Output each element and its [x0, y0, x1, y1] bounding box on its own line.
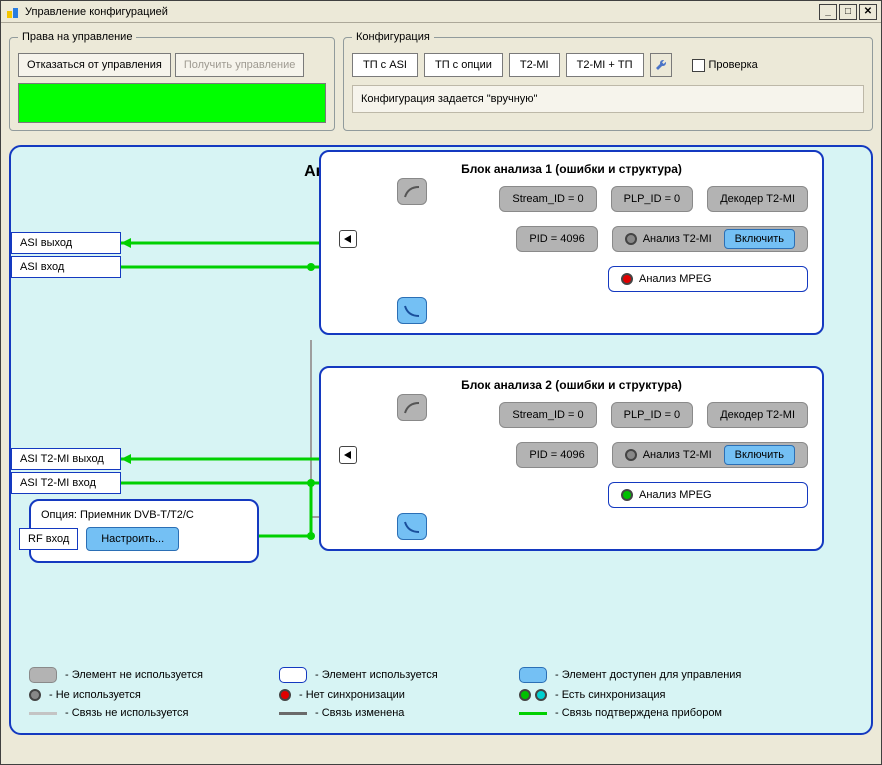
config-fieldset: Конфигурация ТП с ASI ТП с опции T2-MI T… — [343, 31, 873, 131]
asi-t2mi-in-label: ASI T2-MI вход — [11, 472, 121, 494]
config-legend: Конфигурация — [352, 31, 434, 43]
legend-sync-not-used: - Не используется — [49, 689, 141, 701]
titlebar: Управление конфигурацией _ □ ✕ — [1, 1, 881, 23]
status-strip — [18, 83, 326, 123]
check-label: Проверка — [709, 59, 758, 71]
b1-decoder: Декодер T2-MI — [707, 186, 808, 212]
legend-area: - Элемент не используется - Элемент испо… — [29, 667, 853, 719]
legend-dot-cyan — [535, 689, 547, 701]
legend-el-used: - Элемент используется — [315, 669, 438, 681]
analyzer-panel: Анализатор транспортного потока — [9, 145, 873, 735]
close-button[interactable]: ✕ — [859, 4, 877, 20]
b1-t2mi-dot — [625, 233, 637, 245]
asi-t2mi-out-label: ASI T2-MI выход — [11, 448, 121, 470]
client-area: Права на управление Отказаться от управл… — [1, 23, 881, 743]
wrench-button[interactable] — [650, 53, 672, 77]
window: Управление конфигурацией _ □ ✕ Права на … — [0, 0, 882, 765]
option-box: Опция: Приемник DVB-T/T2/C RF вход Настр… — [29, 499, 259, 563]
configure-button[interactable]: Настроить... — [86, 527, 179, 551]
window-title: Управление конфигурацией — [25, 6, 819, 18]
analysis-block-1: Блок анализа 1 (ошибки и структура) Stre… — [319, 150, 824, 335]
b2-switch-bottom[interactable] — [397, 513, 427, 540]
legend-swatch-blue — [519, 667, 547, 683]
legend-link-changed: - Связь изменена — [315, 707, 404, 719]
block2-title: Блок анализа 2 (ошибки и структура) — [331, 378, 812, 392]
legend-swatch-gray — [29, 667, 57, 683]
minimize-button[interactable]: _ — [819, 4, 837, 20]
analysis-block-2: Блок анализа 2 (ошибки и структура) Stre… — [319, 366, 824, 551]
b2-stream-id: Stream_ID = 0 — [499, 402, 596, 428]
block1-title: Блок анализа 1 (ошибки и структура) — [331, 162, 812, 176]
b2-mpeg-dot — [621, 489, 633, 501]
b1-plp-id: PLP_ID = 0 — [611, 186, 694, 212]
legend-link-not-used: - Связь не используется — [65, 707, 188, 719]
wrench-icon — [654, 58, 668, 72]
check-checkbox[interactable] — [692, 59, 705, 72]
asi-in-label: ASI вход — [11, 256, 121, 278]
rights-fieldset: Права на управление Отказаться от управл… — [9, 31, 335, 131]
b2-analyze-mpeg: Анализ MPEG — [608, 482, 808, 508]
b1-analyze-t2mi: Анализ T2-MI Включить — [612, 226, 808, 252]
legend-dot-gray — [29, 689, 41, 701]
legend-line-light — [29, 712, 57, 715]
tab-t2mi[interactable]: T2-MI — [509, 53, 560, 77]
maximize-button[interactable]: □ — [839, 4, 857, 20]
b2-analyze-t2mi: Анализ T2-MI Включить — [612, 442, 808, 468]
b1-mpeg-label: Анализ MPEG — [639, 273, 712, 285]
b1-play-toggle[interactable] — [339, 230, 357, 248]
b2-enable-t2mi-button[interactable]: Включить — [724, 445, 795, 465]
window-buttons: _ □ ✕ — [819, 4, 877, 20]
legend-sync-no: - Нет синхронизации — [299, 689, 405, 701]
legend-el-managed: - Элемент доступен для управления — [555, 669, 741, 681]
tab-t2mi-tp[interactable]: T2-MI + ТП — [566, 53, 644, 77]
legend-line-green — [519, 712, 547, 715]
asi-out-label: ASI выход — [11, 232, 121, 254]
legend-sync-yes: - Есть синхронизация — [555, 689, 666, 701]
refuse-control-button[interactable]: Отказаться от управления — [18, 53, 171, 77]
tab-tp-option[interactable]: ТП с опции — [424, 53, 503, 77]
b1-switch-top — [397, 178, 427, 205]
config-status: Конфигурация задается "вручную" — [352, 85, 864, 113]
b1-pid: PID = 4096 — [516, 226, 597, 252]
b1-t2mi-label: Анализ T2-MI — [643, 233, 712, 245]
option-title: Опция: Приемник DVB-T/T2/C — [41, 509, 247, 521]
tab-tp-asi[interactable]: ТП с ASI — [352, 53, 418, 77]
rights-legend: Права на управление — [18, 31, 136, 43]
obtain-control-button[interactable]: Получить управление — [175, 53, 305, 77]
b2-switch-top — [397, 394, 427, 421]
legend-swatch-white — [279, 667, 307, 683]
legend-dot-green — [519, 689, 531, 701]
legend-el-not-used: - Элемент не используется — [65, 669, 203, 681]
b2-decoder: Декодер T2-MI — [707, 402, 808, 428]
b2-t2mi-label: Анализ T2-MI — [643, 449, 712, 461]
b2-mpeg-label: Анализ MPEG — [639, 489, 712, 501]
b2-t2mi-dot — [625, 449, 637, 461]
legend-line-dark — [279, 712, 307, 715]
legend-dot-red — [279, 689, 291, 701]
check-label-wrap[interactable]: Проверка — [692, 59, 758, 72]
b1-analyze-mpeg: Анализ MPEG — [608, 266, 808, 292]
b2-play-toggle[interactable] — [339, 446, 357, 464]
legend-link-confirmed: - Связь подтверждена прибором — [555, 707, 722, 719]
app-icon — [5, 4, 21, 20]
b1-enable-t2mi-button[interactable]: Включить — [724, 229, 795, 249]
b2-plp-id: PLP_ID = 0 — [611, 402, 694, 428]
b1-mpeg-dot — [621, 273, 633, 285]
b2-pid: PID = 4096 — [516, 442, 597, 468]
rf-in-label: RF вход — [19, 528, 78, 550]
b1-stream-id: Stream_ID = 0 — [499, 186, 596, 212]
b1-switch-bottom[interactable] — [397, 297, 427, 324]
